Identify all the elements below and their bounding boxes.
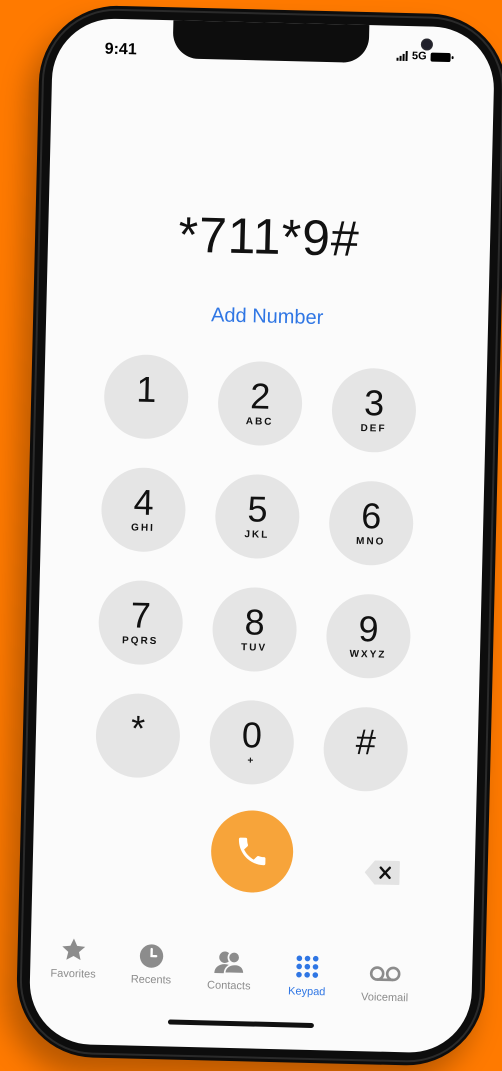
add-number-link[interactable]: Add Number xyxy=(46,300,488,334)
key-letters: MNO xyxy=(355,535,386,548)
key-digit: * xyxy=(130,707,146,749)
key-digit: 1 xyxy=(135,368,157,410)
notch xyxy=(172,18,434,64)
key-letters: DEF xyxy=(360,422,387,435)
key-4[interactable]: 4 GHI xyxy=(100,466,187,553)
key-letters: ABC xyxy=(245,416,274,428)
call-button[interactable] xyxy=(210,809,295,894)
key-letters: PQRS xyxy=(121,635,159,648)
tab-label: Keypad xyxy=(287,985,326,999)
tab-keypad[interactable]: Keypad xyxy=(272,953,343,999)
key-letters: WXYZ xyxy=(349,648,387,661)
key-digit: 6 xyxy=(360,495,382,537)
backspace-icon xyxy=(364,860,400,886)
key-letters: GHI xyxy=(130,522,156,534)
contacts-icon xyxy=(214,950,245,975)
keypad: 1 2 ABC 3 DEF 4 GHI 5 JKL 6 MNO 7 PQRS 8… xyxy=(94,353,435,793)
key-digit: 7 xyxy=(130,594,152,636)
key-digit: 3 xyxy=(363,382,385,424)
tab-contacts[interactable]: Contacts xyxy=(194,947,265,993)
key-letters: TUV xyxy=(240,642,268,654)
star-icon xyxy=(62,938,86,961)
clock-icon xyxy=(139,944,164,968)
key-letters: JKL xyxy=(244,529,270,541)
camera-icon xyxy=(420,38,434,51)
delete-button[interactable] xyxy=(364,859,401,886)
phone-frame: 9:41 5G *711*9# Add Number 1 2 ABC 3 DEF… xyxy=(15,4,502,1068)
key-digit: # xyxy=(355,720,377,763)
key-digit: 8 xyxy=(244,601,266,643)
key-digit: 2 xyxy=(249,375,271,417)
key-5[interactable]: 5 JKL xyxy=(214,473,301,560)
key-digit: 9 xyxy=(358,608,380,650)
phone-screen: 9:41 5G *711*9# Add Number 1 2 ABC 3 DEF… xyxy=(28,17,496,1054)
key-1[interactable]: 1 xyxy=(103,353,190,440)
key-9[interactable]: 9 WXYZ xyxy=(325,593,412,680)
tab-label: Recents xyxy=(130,973,172,987)
key-2[interactable]: 2 ABC xyxy=(217,360,304,447)
voicemail-icon xyxy=(369,966,401,982)
tab-label: Favorites xyxy=(50,967,96,981)
status-time: 9:41 xyxy=(104,40,137,59)
tab-recents[interactable]: Recents xyxy=(116,941,187,987)
key-6[interactable]: 6 MNO xyxy=(328,480,415,567)
stage: 9:41 5G *711*9# Add Number 1 2 ABC 3 DEF… xyxy=(0,0,502,1071)
key-hash[interactable]: # xyxy=(322,706,409,793)
key-letters: + xyxy=(247,755,256,767)
key-digit: 5 xyxy=(246,488,269,530)
tab-voicemail[interactable]: Voicemail xyxy=(349,959,420,1005)
status-indicators: 5G xyxy=(396,50,451,63)
key-8[interactable]: 8 TUV xyxy=(211,586,298,673)
key-0[interactable]: 0 + xyxy=(208,699,295,786)
key-digit: 4 xyxy=(133,481,155,523)
tab-label: Contacts xyxy=(206,979,251,993)
key-3[interactable]: 3 DEF xyxy=(330,367,417,454)
battery-icon xyxy=(430,52,451,62)
dialed-number: *711*9# xyxy=(177,206,361,267)
key-7[interactable]: 7 PQRS xyxy=(97,579,184,666)
key-digit: 0 xyxy=(241,714,263,756)
keypad-icon xyxy=(296,955,319,978)
phone-icon xyxy=(238,837,266,866)
tab-label: Voicemail xyxy=(360,991,409,1005)
network-label: 5G xyxy=(411,50,427,63)
tab-favorites[interactable]: Favorites xyxy=(38,935,109,981)
key-star[interactable]: * xyxy=(94,692,181,779)
signal-icon xyxy=(396,50,409,62)
